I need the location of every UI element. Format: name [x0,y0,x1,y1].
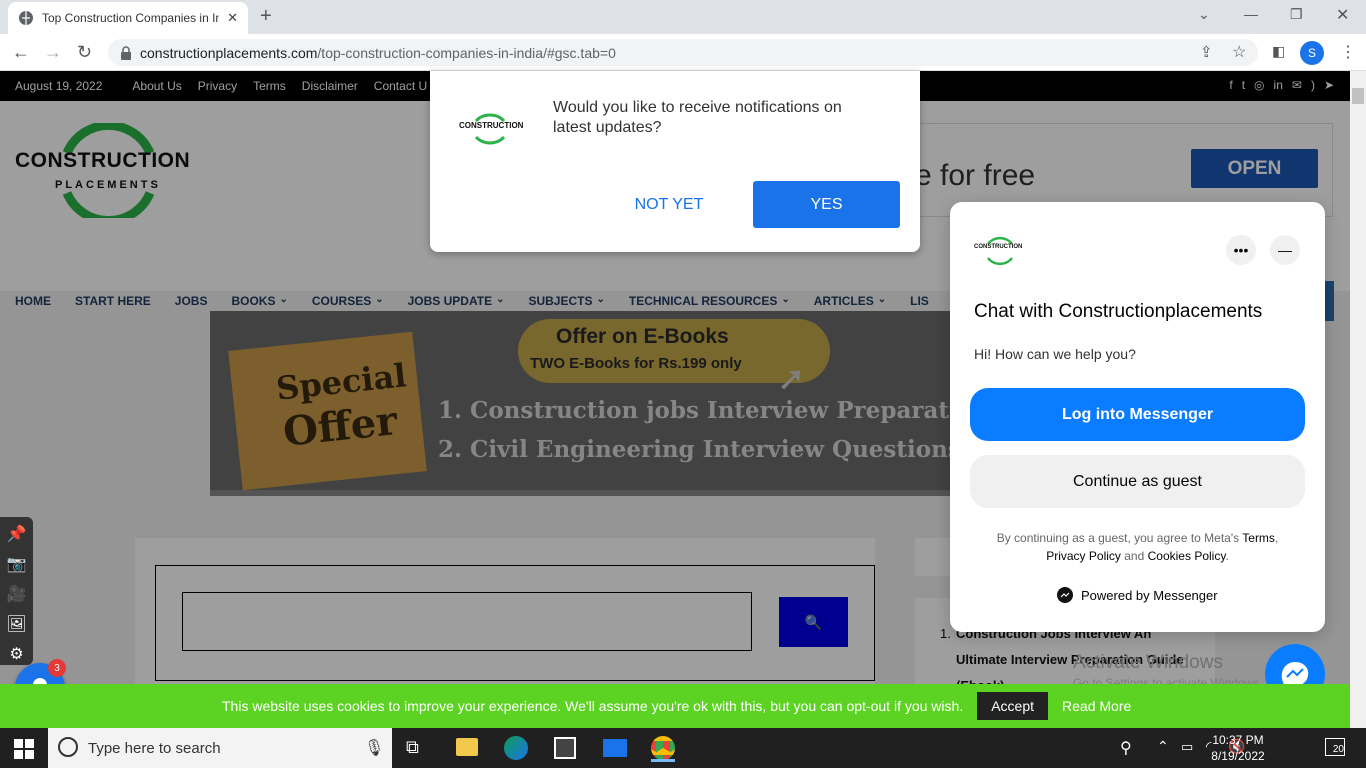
bookmark-star-icon[interactable]: ☆ [1232,42,1246,62]
chat-minimize-button[interactable]: — [1270,235,1300,265]
restore-icon[interactable]: ❐ [1290,6,1303,23]
cookie-consent-bar: This website uses cookies to improve you… [0,684,1350,728]
gallery-icon[interactable]: 🖼 [6,613,26,635]
chrome-active-indicator [651,759,675,762]
globe-icon [19,11,33,25]
taskbar-clock[interactable]: 10:37 PM 8/19/2022 [1198,732,1278,764]
chat-title: Chat with Constructionplacements [974,301,1263,322]
address-bar[interactable]: constructionplacements.com/top-construct… [108,39,1258,66]
bell-badge: 3 [48,659,66,677]
tray-chevron-icon[interactable]: ⌃ [1157,738,1169,755]
continue-as-guest-button[interactable]: Continue as guest [970,455,1305,508]
terms-prefix: By continuing as a guest, you agree to M… [996,531,1240,545]
browser-tab[interactable]: Top Construction Companies in In ✕ [8,2,248,34]
powered-text: Powered by Messenger [1081,587,1218,603]
menu-kebab-icon[interactable]: ⋮ [1340,42,1356,62]
lock-icon [121,45,131,60]
terms-link[interactable]: Terms [1242,531,1275,545]
minimize-icon[interactable]: — [1244,6,1258,22]
cookie-accept-button[interactable]: Accept [977,692,1049,720]
battery-icon[interactable]: ▭ [1181,739,1193,755]
cortana-icon [58,737,78,757]
forward-icon[interactable]: → [44,42,62,63]
not-yet-button[interactable]: NOT YET [615,181,723,228]
taskbar-search-placeholder: Type here to search [88,739,221,757]
tab-title: Top Construction Companies in In [42,11,220,25]
new-tab-button[interactable]: + [260,5,272,28]
chat-subtitle: Hi! How can we help you? [974,346,1136,362]
close-window-icon[interactable]: ✕ [1336,5,1349,25]
chat-terms: By continuing as a guest, you agree to M… [996,531,1279,563]
chat-logo-icon [986,236,1014,266]
chat-more-button[interactable]: ••• [1226,235,1256,265]
microphone-icon[interactable]: 🎙 [364,738,384,758]
tab-search-icon[interactable]: ⌄ [1198,6,1210,23]
settings-gear-icon[interactable]: ⚙ [9,643,23,665]
close-tab-icon[interactable]: ✕ [227,10,238,26]
store-icon[interactable] [554,737,576,759]
url-text: constructionplacements.com/top-construct… [140,44,616,61]
edge-icon[interactable] [504,736,528,760]
clock-time: 10:37 PM [1212,733,1264,747]
people-icon[interactable]: ⚲ [1120,738,1132,758]
video-icon[interactable]: 🎥 [7,583,27,605]
camera-icon[interactable]: 📷 [7,553,27,575]
chat-logo-text: CONSTRUCTION [974,244,1023,250]
side-panel-icon[interactable]: ◧ [1272,43,1285,60]
privacy-policy-link[interactable]: Privacy Policy [1046,549,1121,563]
mail-icon[interactable] [603,739,627,757]
notification-message: Would you like to receive notifications … [553,99,842,136]
scrollbar-thumb[interactable] [1352,88,1364,104]
messenger-icon [1057,587,1073,603]
terms-and: and [1124,549,1145,563]
cookie-message: This website uses cookies to improve you… [222,698,964,714]
task-view-icon[interactable]: ⧉ [406,737,419,758]
page-scrollbar[interactable] [1350,71,1366,728]
clock-date: 8/19/2022 [1211,749,1265,763]
action-center-icon[interactable]: 20 [1325,738,1345,756]
taskbar-search[interactable]: Type here to search 🎙 [48,728,392,768]
cookie-read-more-link[interactable]: Read More [1062,698,1131,714]
windows-start-icon[interactable] [14,739,34,759]
reload-icon[interactable]: ↻ [77,42,92,63]
notif-logo-text: CONSTRUCTION [459,121,524,130]
chrome-icon[interactable] [651,736,675,760]
file-explorer-icon[interactable] [456,738,478,756]
log-into-messenger-button[interactable]: Log into Messenger [970,388,1305,441]
pin-icon[interactable]: 📌 [7,523,27,545]
capture-toolbar: 📌 📷 🎥 🖼 ⚙ [0,517,33,665]
powered-by-messenger: Powered by Messenger [1057,587,1218,603]
profile-avatar[interactable]: S [1300,41,1324,65]
share-icon[interactable]: ⇪ [1200,43,1213,61]
cookies-policy-link[interactable]: Cookies Policy [1148,549,1226,563]
back-icon[interactable]: ← [12,42,30,63]
yes-button[interactable]: YES [753,181,900,228]
